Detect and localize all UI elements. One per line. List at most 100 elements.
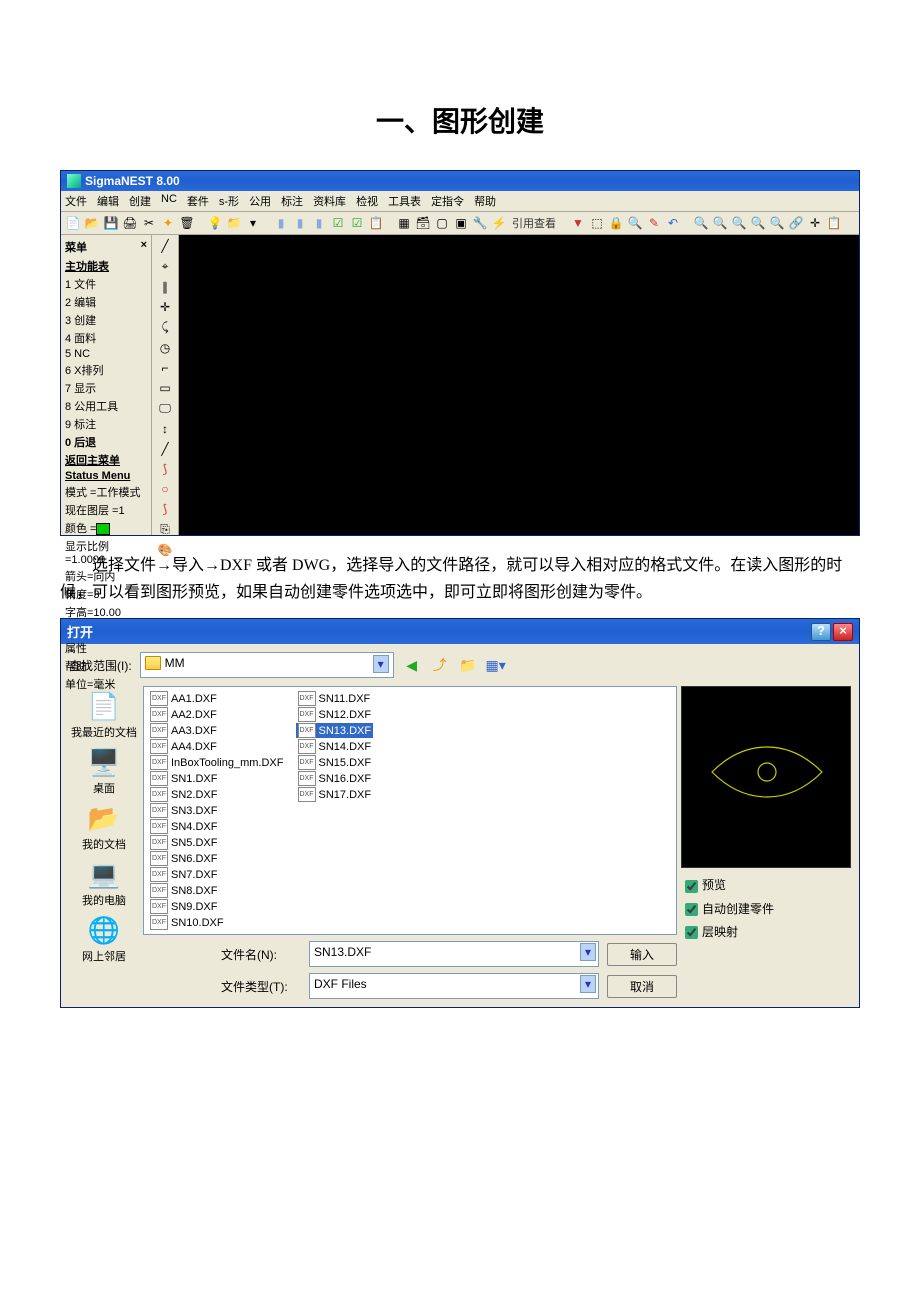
file-item[interactable]: SN13.DXF <box>296 723 374 738</box>
tool-curve2-icon[interactable]: ⟆ <box>157 502 173 516</box>
side-item-create[interactable]: 3 创建 <box>63 311 149 329</box>
tool-circle-icon[interactable]: ○ <box>157 482 173 496</box>
file-item[interactable]: SN16.DXF <box>296 771 374 786</box>
tool-arrow-icon[interactable]: ↕ <box>157 422 173 436</box>
main-menu-label[interactable]: 主功能表 <box>63 257 149 275</box>
file-item[interactable]: AA1.DXF <box>148 691 286 706</box>
menu-help[interactable]: 帮助 <box>474 193 496 209</box>
tool-curve-icon[interactable]: ⟆ <box>157 462 173 476</box>
filename-field[interactable]: SN13.DXF <box>309 941 599 967</box>
sq2-icon[interactable]: ▣ <box>453 215 469 231</box>
file-list[interactable]: AA1.DXFAA2.DXFAA3.DXFAA4.DXFInBoxTooling… <box>143 686 677 935</box>
menu-common[interactable]: 公用 <box>249 193 271 209</box>
cfg-icon[interactable]: 🔧 <box>472 215 488 231</box>
menu-tooltable[interactable]: 工具表 <box>388 193 421 209</box>
file-item[interactable]: SN2.DXF <box>148 787 286 802</box>
menu-sshape[interactable]: s-形 <box>219 193 239 209</box>
file-item[interactable]: SN3.DXF <box>148 803 286 818</box>
search-icon[interactable]: 🔍 <box>627 215 643 231</box>
file-item[interactable]: AA2.DXF <box>148 707 286 722</box>
docx-icon[interactable]: 📋 <box>368 215 384 231</box>
light-icon[interactable]: 💡 <box>207 215 223 231</box>
sq1-icon[interactable]: ▢ <box>434 215 450 231</box>
check-preview[interactable]: 预览 <box>681 874 851 897</box>
trash-icon[interactable]: 🗑 <box>179 215 195 231</box>
cut-icon[interactable]: ✂ <box>141 215 157 231</box>
db-icon[interactable]: 🗃 <box>415 215 431 231</box>
side-props[interactable]: 属性 <box>63 639 149 657</box>
file-item[interactable]: SN15.DXF <box>296 755 374 770</box>
zoom2-icon[interactable]: 🔍 <box>712 215 728 231</box>
prop-icon[interactable]: 📋 <box>826 215 842 231</box>
open-icon[interactable]: 📂 <box>84 215 100 231</box>
menu-db[interactable]: 资料库 <box>313 193 346 209</box>
cancel-button[interactable]: 取消 <box>607 975 677 998</box>
up-icon[interactable]: ⤴ <box>430 655 450 675</box>
bolt-icon[interactable]: ⚡ <box>491 215 507 231</box>
menu-file[interactable]: 文件 <box>65 193 87 209</box>
file-item[interactable]: AA4.DXF <box>148 739 286 754</box>
newfolder-icon[interactable]: 📁 <box>458 655 478 675</box>
menu-edit[interactable]: 编辑 <box>97 193 119 209</box>
grid-icon[interactable]: ▦ <box>396 215 412 231</box>
edit-icon[interactable]: ✎ <box>646 215 662 231</box>
status-menu-label[interactable]: Status Menu <box>63 469 149 483</box>
file-item[interactable]: SN9.DXF <box>148 899 286 914</box>
check-autocreate[interactable]: 自动创建零件 <box>681 898 851 921</box>
new-icon[interactable]: 📄 <box>65 215 81 231</box>
chk1-icon[interactable]: ☑ <box>330 215 346 231</box>
file-item[interactable]: SN4.DXF <box>148 819 286 834</box>
menu-nc[interactable]: NC <box>161 193 177 209</box>
menu-create[interactable]: 创建 <box>129 193 151 209</box>
tool-clock-icon[interactable]: ◷ <box>157 341 173 355</box>
folder2-icon[interactable]: 📁 <box>226 215 242 231</box>
file-item[interactable]: AA3.DXF <box>148 723 286 738</box>
filter-icon[interactable]: ▼ <box>570 215 586 231</box>
file-item[interactable]: SN6.DXF <box>148 851 286 866</box>
place-network[interactable]: 🌐网上邻居 <box>82 914 126 964</box>
doc1-icon[interactable]: ▮ <box>273 215 289 231</box>
doc2-icon[interactable]: ▮ <box>292 215 308 231</box>
file-item[interactable]: SN7.DXF <box>148 867 286 882</box>
menu-view[interactable]: 检视 <box>356 193 378 209</box>
menu-cmd[interactable]: 定指令 <box>431 193 464 209</box>
place-mycomputer[interactable]: 💻我的电脑 <box>82 858 126 908</box>
print-icon[interactable]: 🖨 <box>122 215 138 231</box>
side-item-xarrange[interactable]: 6 X排列 <box>63 361 149 379</box>
dropdown-icon[interactable]: ▾ <box>245 215 261 231</box>
viewmode-icon[interactable]: ▦▾ <box>486 655 506 675</box>
filetype-field[interactable]: DXF Files <box>309 973 599 999</box>
file-item[interactable]: SN12.DXF <box>296 707 374 722</box>
menu-kit[interactable]: 套件 <box>187 193 209 209</box>
link-icon[interactable]: 🔗 <box>788 215 804 231</box>
close-button[interactable]: × <box>833 623 853 641</box>
lookin-select[interactable]: MM <box>140 652 394 678</box>
open-button[interactable]: 输入 <box>607 943 677 966</box>
place-recent[interactable]: 📄我最近的文档 <box>71 690 137 740</box>
help-button[interactable]: ? <box>811 623 831 641</box>
tool-rect-icon[interactable]: ▭ <box>157 381 173 395</box>
side-back[interactable]: 0 后退 <box>63 433 149 451</box>
group-icon[interactable]: ⬚ <box>589 215 605 231</box>
file-item[interactable]: SN17.DXF <box>296 787 374 802</box>
file-item[interactable]: SN11.DXF <box>296 691 374 706</box>
tool-parallel-icon[interactable]: ∥ <box>157 280 173 294</box>
side-back-main[interactable]: 返回主菜单 <box>63 451 149 469</box>
file-item[interactable]: SN14.DXF <box>296 739 374 754</box>
side-item-edit[interactable]: 2 编辑 <box>63 293 149 311</box>
zoom4-icon[interactable]: 🔍 <box>750 215 766 231</box>
quote-view-label[interactable]: 引用查看 <box>510 215 558 231</box>
tool-arc-icon[interactable]: ⤹ <box>157 320 173 335</box>
side-item-display[interactable]: 7 显示 <box>63 379 149 397</box>
file-item[interactable]: SN10.DXF <box>148 915 286 930</box>
tool-cross-icon[interactable]: ✛ <box>157 300 173 314</box>
file-item[interactable]: InBoxTooling_mm.DXF <box>148 755 286 770</box>
side-close-icon[interactable]: × <box>141 239 147 255</box>
doc3-icon[interactable]: ▮ <box>311 215 327 231</box>
check-layermap[interactable]: 层映射 <box>681 921 851 944</box>
menu-annotate[interactable]: 标注 <box>281 193 303 209</box>
side-item-tools[interactable]: 8 公用工具 <box>63 397 149 415</box>
chk2-icon[interactable]: ☑ <box>349 215 365 231</box>
place-mydocs[interactable]: 📂我的文档 <box>82 802 126 852</box>
file-item[interactable]: SN5.DXF <box>148 835 286 850</box>
